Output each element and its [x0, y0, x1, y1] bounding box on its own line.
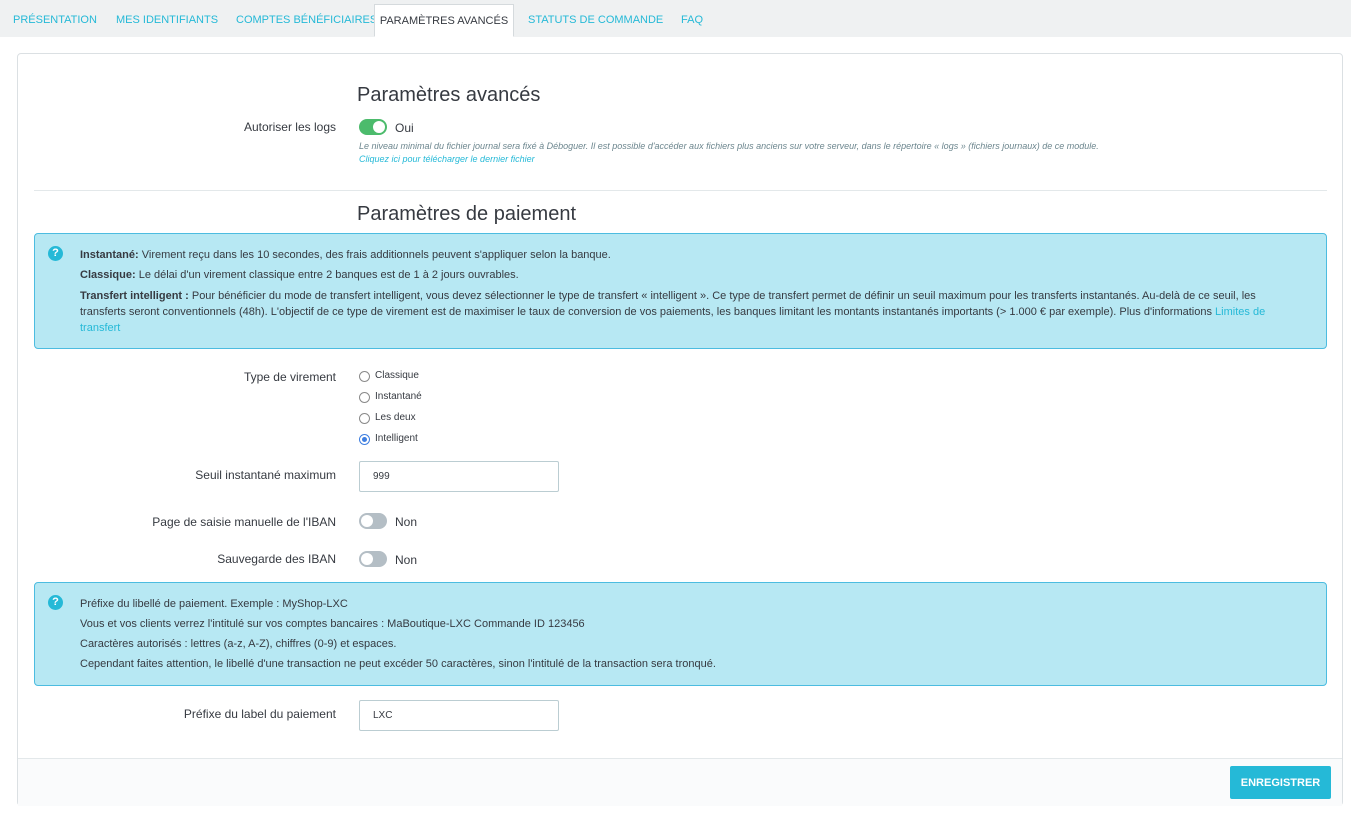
- tab-faq[interactable]: FAQ: [681, 4, 703, 36]
- logs-help-text: Le niveau minimal du fichier journal ser…: [359, 141, 1099, 151]
- prefix-info-line: Caractères autorisés : lettres (a-z, A-Z…: [80, 638, 397, 650]
- iban-page-toggle-value: Non: [395, 515, 418, 529]
- info-instant-text: Virement reçu dans les 10 secondes, des …: [138, 249, 611, 261]
- iban-page-toggle[interactable]: [359, 513, 387, 529]
- advanced-title: Paramètres avancés: [357, 84, 541, 106]
- iban-save-toggle[interactable]: [359, 551, 387, 567]
- panel-footer: [18, 758, 1342, 806]
- info-smart-label: Transfert intelligent :: [80, 290, 189, 302]
- payment-title: Paramètres de paiement: [357, 203, 577, 225]
- radio-label: Instantané: [375, 391, 422, 402]
- section-divider: [34, 190, 1327, 191]
- prefix-label: Préfixe du label du paiement: [183, 707, 336, 721]
- tab-parametres-avances[interactable]: Paramètres avancés: [374, 4, 514, 37]
- tab-presentation[interactable]: Présentation: [13, 4, 97, 36]
- info-classic-label: Classique:: [80, 269, 136, 281]
- info-smart: Transfert intelligent : Pour bénéficier …: [80, 288, 1296, 336]
- tab-mes-identifiants[interactable]: Mes identifiants: [116, 4, 218, 36]
- info-classic: Classique: Le délai d'un virement classi…: [80, 267, 1296, 283]
- iban-page-label: Page de saisie manuelle de l'IBAN: [152, 515, 336, 529]
- radio-label: Les deux: [375, 412, 416, 423]
- prefix-info-line: Vous et vos clients verrez l'intitulé su…: [80, 618, 585, 630]
- logs-toggle[interactable]: [359, 119, 387, 135]
- settings-panel: [17, 53, 1343, 806]
- logs-toggle-value: Oui: [395, 121, 414, 135]
- question-circle-icon: ?: [48, 595, 63, 610]
- logs-label: Autoriser les logs: [243, 120, 336, 134]
- radio-button[interactable]: [359, 392, 370, 403]
- toggle-knob: [361, 515, 373, 527]
- info-smart-text: Pour bénéficier du mode de transfert int…: [80, 290, 1256, 318]
- toggle-knob: [361, 553, 373, 565]
- tab-statuts-commande[interactable]: Statuts de commande: [528, 4, 663, 36]
- info-instant: Instantané: Virement reçu dans les 10 se…: [80, 247, 1296, 263]
- prefix-info-line: Préfixe du libellé de paiement. Exemple …: [80, 598, 348, 610]
- info-classic-text: Le délai d'un virement classique entre 2…: [135, 269, 519, 281]
- prefix-info-alert: ? Préfixe du libellé de paiement. Exempl…: [34, 582, 1327, 686]
- prefix-input[interactable]: [359, 700, 559, 731]
- info-instant-label: Instantané:: [80, 249, 139, 261]
- radio-button[interactable]: [359, 413, 370, 424]
- iban-save-label: Sauvegarde des IBAN: [217, 552, 336, 566]
- tab-bar: Présentation Mes identifiants Comptes bé…: [0, 0, 1351, 38]
- tab-comptes-beneficiaires[interactable]: Comptes bénéficiaires: [236, 4, 377, 36]
- radio-button[interactable]: [359, 434, 370, 445]
- question-circle-icon: ?: [48, 246, 63, 261]
- threshold-label: Seuil instantané maximum: [195, 468, 336, 482]
- threshold-input[interactable]: [359, 461, 559, 492]
- transfer-type-label: Type de virement: [243, 370, 336, 384]
- radio-button[interactable]: [359, 371, 370, 382]
- prefix-info-line: Cependant faites attention, le libellé d…: [80, 658, 716, 670]
- save-button[interactable]: Enregistrer: [1230, 766, 1331, 799]
- radio-label: Classique: [375, 370, 419, 381]
- toggle-knob: [373, 121, 385, 133]
- radio-label: Intelligent: [375, 433, 418, 444]
- iban-save-toggle-value: Non: [395, 553, 418, 567]
- download-log-link[interactable]: Cliquez ici pour télécharger le dernier …: [359, 154, 535, 164]
- transfer-info-alert: ? Instantané: Virement reçu dans les 10 …: [34, 233, 1327, 349]
